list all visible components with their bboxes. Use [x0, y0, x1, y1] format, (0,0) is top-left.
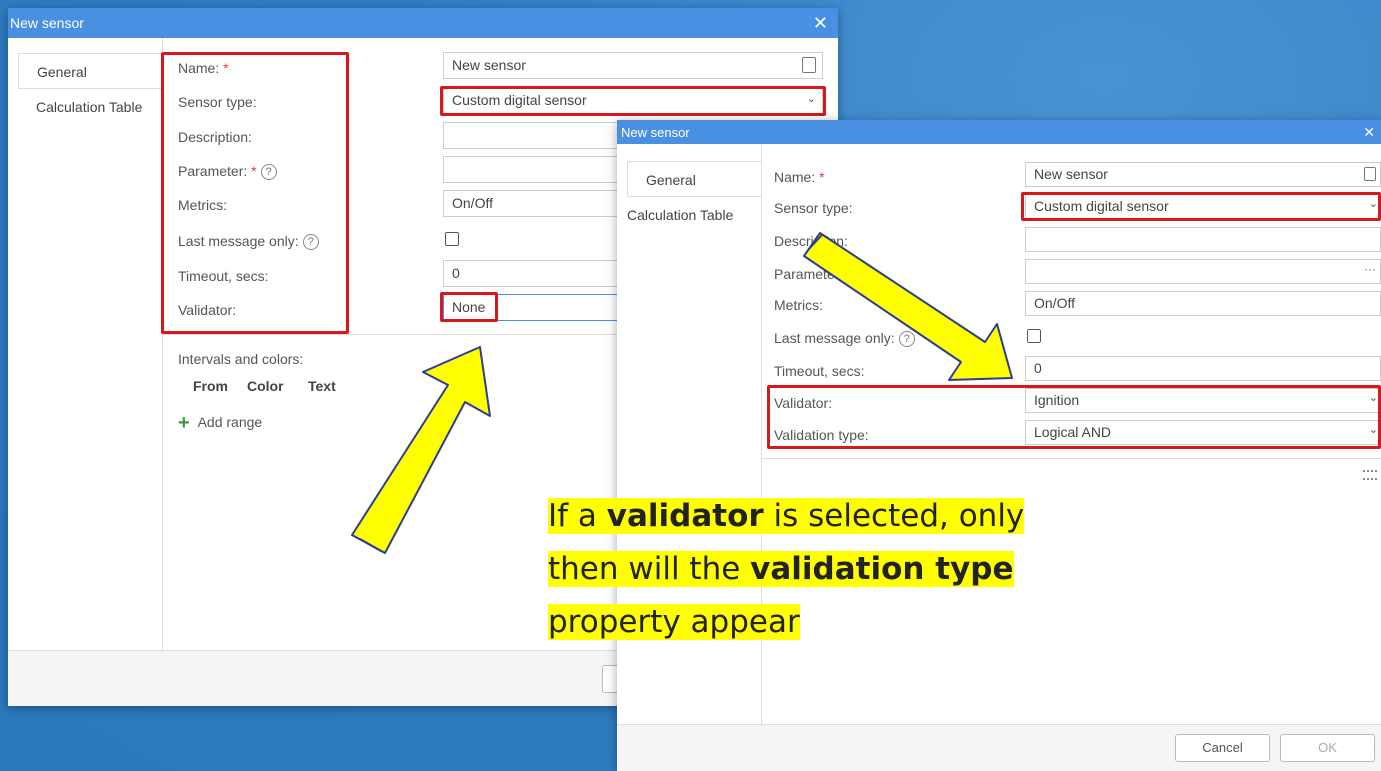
ok-button[interactable]: OK	[1280, 734, 1375, 762]
divider	[762, 458, 1381, 459]
right-dialog-title: New sensor	[621, 124, 690, 140]
sensor-type-label: Sensor type:	[774, 200, 853, 216]
left-dialog-title: New sensor	[10, 15, 84, 31]
last-message-only-label: Last message only:?	[178, 233, 319, 251]
description-input[interactable]	[443, 122, 628, 149]
help-icon[interactable]: ?	[302, 234, 319, 251]
help-icon[interactable]: ?	[898, 331, 915, 348]
text-options-icon[interactable]	[1364, 167, 1376, 181]
text-options-icon[interactable]	[802, 57, 816, 73]
close-icon[interactable]: ✕	[1363, 125, 1375, 139]
left-tabs: General Calculation Table	[8, 38, 163, 650]
tab-general[interactable]: General	[627, 161, 761, 197]
intervals-heading: Intervals and colors:	[178, 351, 304, 367]
parameter-label: Parameter: *?	[178, 163, 277, 181]
validation-type-label: Validation type:	[774, 427, 869, 443]
more-options-icon[interactable]: ···	[1364, 262, 1376, 276]
callout-text: If a validator is selected, only then wi…	[548, 498, 1025, 640]
help-icon[interactable]: ?	[856, 267, 873, 284]
parameter-label: Parameter: *?	[774, 266, 873, 284]
grid-options-icon[interactable]	[1363, 470, 1377, 480]
chevron-down-icon: ⌄	[1368, 424, 1378, 436]
left-dialog-titlebar: New sensor ✕	[8, 8, 838, 38]
name-input[interactable]: New sensor	[1025, 162, 1381, 187]
tab-general[interactable]: General	[18, 53, 162, 89]
validator-select[interactable]: None	[443, 294, 628, 321]
chevron-down-icon: ⌄	[1368, 198, 1378, 210]
validation-type-select[interactable]: Logical AND ⌄	[1025, 420, 1381, 445]
description-label: Description:	[774, 233, 848, 249]
name-label: Name: *	[178, 60, 229, 76]
timeout-label: Timeout, secs:	[774, 363, 865, 379]
name-label: Name: *	[774, 169, 825, 185]
sensor-type-select[interactable]: Custom digital sensor ⌄	[443, 87, 823, 114]
metrics-select[interactable]: On/Off	[1025, 291, 1381, 316]
parameter-input[interactable]: ···	[1025, 259, 1381, 284]
sensor-type-label: Sensor type:	[178, 94, 257, 110]
parameter-input[interactable]	[443, 156, 628, 183]
description-input[interactable]	[1025, 227, 1381, 252]
description-label: Description:	[178, 129, 252, 145]
validator-select[interactable]: Ignition ⌄	[1025, 388, 1381, 413]
last-message-only-label: Last message only:?	[774, 330, 915, 348]
validator-label: Validator:	[774, 395, 833, 411]
tab-calculation-table[interactable]: Calculation Table	[617, 197, 761, 233]
right-footer: Cancel OK	[617, 724, 1381, 771]
right-dialog-titlebar: New sensor ✕	[617, 120, 1381, 144]
plus-icon: +	[178, 412, 190, 434]
timeout-label: Timeout, secs:	[178, 268, 269, 284]
name-input[interactable]: New sensor	[443, 52, 823, 79]
col-from: From	[193, 378, 228, 394]
close-icon[interactable]: ✕	[813, 14, 828, 32]
add-range-button[interactable]: + Add range	[178, 412, 262, 435]
validator-label: Validator:	[178, 302, 237, 318]
timeout-input[interactable]: 0	[1025, 356, 1381, 381]
col-color: Color	[247, 378, 284, 394]
tab-calculation-table[interactable]: Calculation Table	[8, 89, 162, 125]
metrics-label: Metrics:	[774, 297, 823, 313]
timeout-input[interactable]: 0	[443, 260, 628, 287]
last-message-only-checkbox[interactable]	[445, 232, 459, 246]
chevron-down-icon: ⌄	[1368, 392, 1378, 404]
last-message-only-checkbox[interactable]	[1027, 329, 1041, 343]
right-dialog: New sensor ✕ General Calculation Table N…	[617, 120, 1381, 771]
sensor-type-select[interactable]: Custom digital sensor ⌄	[1025, 194, 1381, 219]
metrics-select[interactable]: On/Off	[443, 190, 628, 217]
help-icon[interactable]: ?	[260, 164, 277, 181]
col-text: Text	[308, 378, 336, 394]
cancel-button[interactable]: Cancel	[1175, 734, 1270, 762]
metrics-label: Metrics:	[178, 197, 227, 213]
chevron-down-icon: ⌄	[806, 93, 816, 105]
